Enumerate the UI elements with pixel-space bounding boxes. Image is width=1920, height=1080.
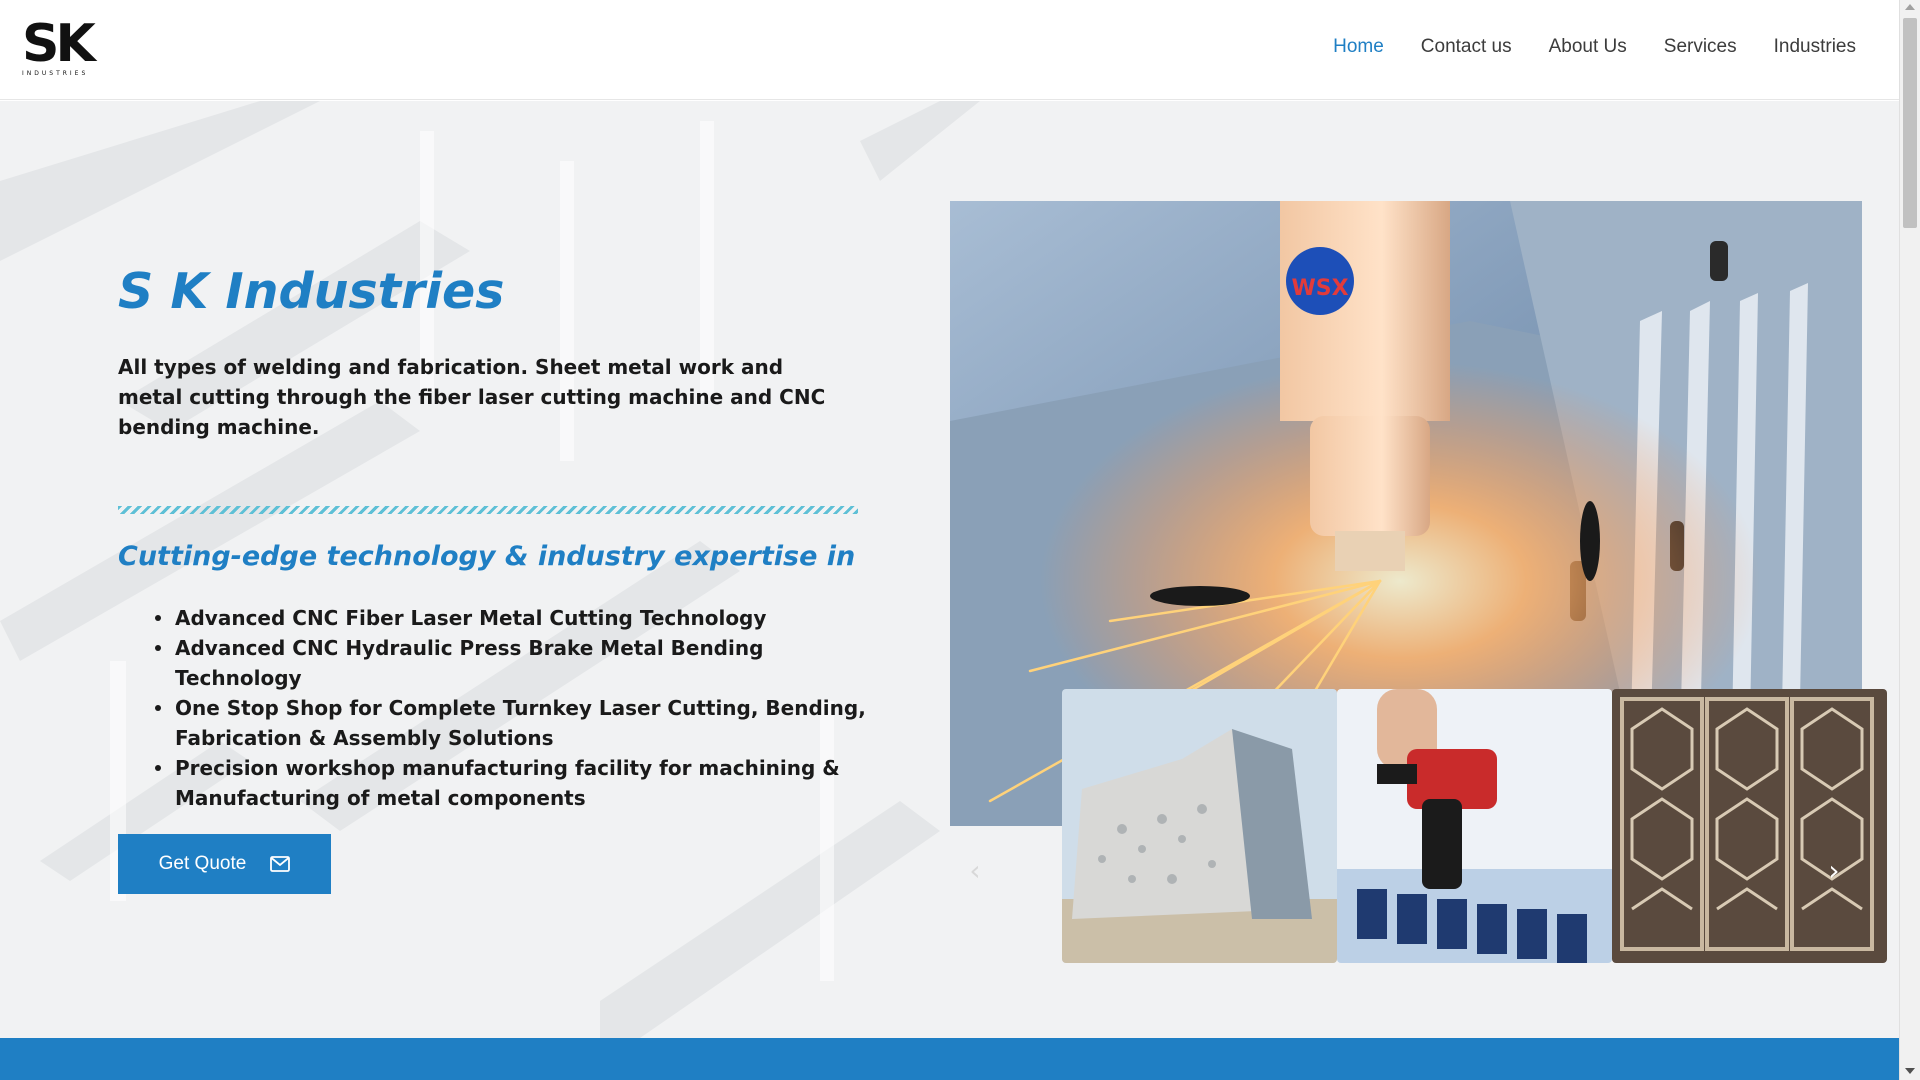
- hero-divider: [118, 506, 858, 514]
- nav-contact-us[interactable]: Contact us: [1421, 36, 1512, 58]
- gallery-prev-arrow[interactable]: ‹: [963, 856, 987, 886]
- page-scrollbar[interactable]: [1899, 0, 1920, 1080]
- gallery-thumb-building[interactable]: [1062, 689, 1337, 963]
- nav-about-us[interactable]: About Us: [1549, 36, 1627, 58]
- logo-mark: SK: [22, 14, 96, 74]
- feature-item: Advanced CNC Hydraulic Press Brake Metal…: [155, 633, 875, 693]
- nav-industries[interactable]: Industries: [1774, 36, 1856, 58]
- envelope-icon: [270, 856, 291, 872]
- hero-description: All types of welding and fabrication. Sh…: [118, 355, 826, 439]
- get-quote-button[interactable]: Get Quote: [118, 834, 331, 894]
- feature-list: Advanced CNC Fiber Laser Metal Cutting T…: [155, 603, 875, 813]
- feature-item: One Stop Shop for Complete Turnkey Laser…: [155, 693, 875, 753]
- scroll-up-arrow-icon[interactable]: [1905, 4, 1915, 10]
- gallery-next-arrow[interactable]: ›: [1822, 856, 1846, 886]
- site-header: SK INDUSTRIES Home Contact us About Us S…: [0, 0, 1899, 100]
- hero-subtitle: Cutting-edge technology & industry exper…: [118, 541, 856, 572]
- get-quote-label: Get Quote: [158, 853, 247, 874]
- nav-services[interactable]: Services: [1664, 36, 1737, 58]
- feature-item: Advanced CNC Fiber Laser Metal Cutting T…: [155, 603, 875, 633]
- scroll-thumb[interactable]: [1903, 18, 1917, 228]
- scroll-down-arrow-icon[interactable]: [1905, 1068, 1915, 1074]
- gallery-thumbnails: [1062, 689, 1887, 963]
- main-nav: Home Contact us About Us Services Indust…: [1333, 36, 1856, 58]
- sk-industries-logo[interactable]: SK INDUSTRIES: [22, 18, 102, 80]
- nav-home[interactable]: Home: [1333, 36, 1384, 58]
- hero-section: S K Industries All types of welding and …: [0, 101, 1899, 1038]
- gallery-thumb-drill[interactable]: [1337, 689, 1612, 963]
- machine-badge: WSX: [1291, 276, 1348, 301]
- gallery-thumb-screen[interactable]: [1612, 689, 1887, 963]
- hero-title: S K Industries: [118, 263, 505, 320]
- feature-item: Precision workshop manufacturing facilit…: [155, 753, 875, 813]
- bottom-blue-band: [0, 1038, 1899, 1080]
